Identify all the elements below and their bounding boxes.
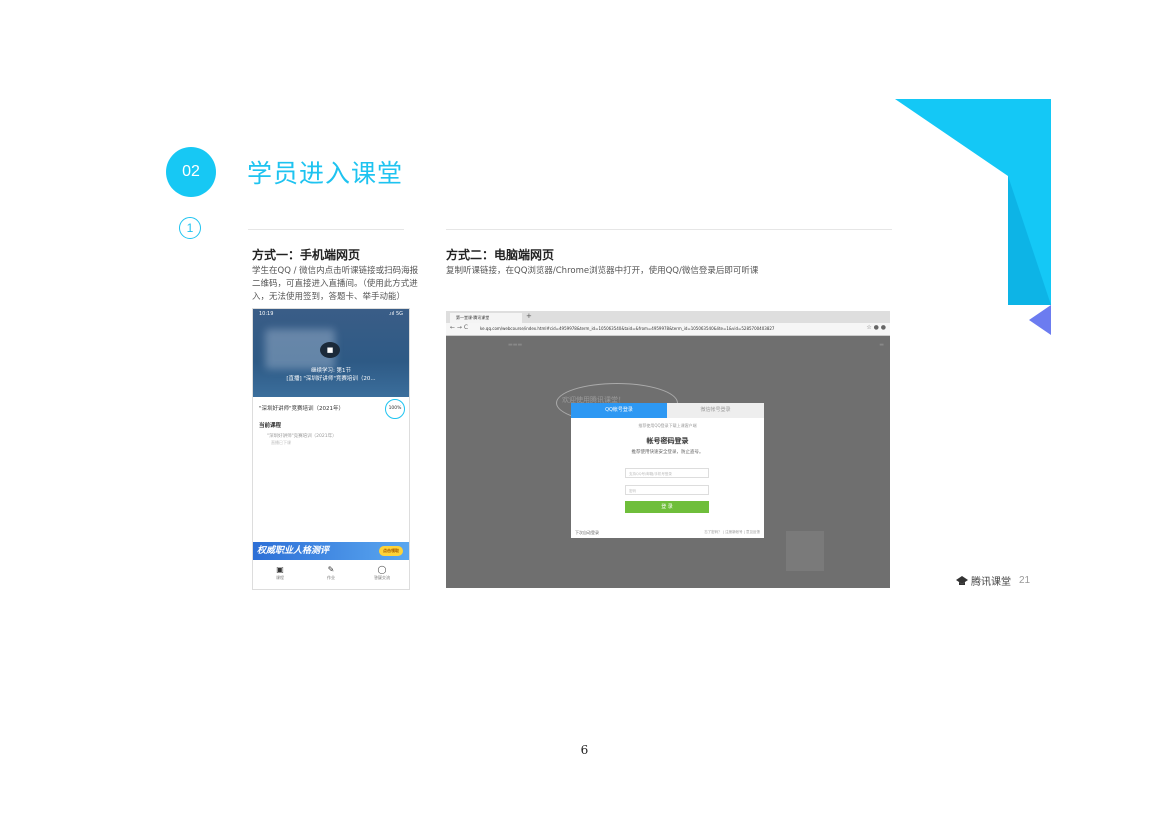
browser-tab[interactable]: 第一堂课·腾讯课堂 — [450, 313, 522, 323]
browser-tab-bar: 第一堂课·腾讯课堂 + — [446, 311, 890, 323]
dim-qr-block — [786, 531, 824, 571]
status-time: 10:19 — [259, 311, 274, 317]
current-course-status: 直播已下课 — [271, 440, 291, 445]
step-number-badge: 1 — [179, 217, 201, 239]
new-tab-icon[interactable]: + — [526, 312, 532, 320]
edit-icon: ✎ — [327, 565, 335, 574]
browser-tools-icon[interactable]: ☆ ● ● — [866, 324, 886, 331]
tab-qa[interactable]: ◯ 答疑交流 — [362, 565, 402, 581]
nav-arrows-icon[interactable]: ← → C — [450, 324, 468, 331]
dim-menu-icon: ▬ — [879, 342, 884, 348]
current-course-item[interactable]: "深圳好讲师"竞赛培训（2021年） — [267, 433, 337, 439]
banner-text: 权威职业人格测评 — [257, 546, 330, 556]
live-course-text: [直播] "深圳好讲师"竞赛培训（20... — [286, 376, 376, 382]
brand-name: 腾讯课堂 — [971, 577, 1011, 588]
tab-homework[interactable]: ✎ 作业 — [311, 565, 351, 581]
banner-button[interactable]: 点击领取 — [379, 546, 403, 556]
chat-icon: ◯ — [377, 565, 387, 574]
tab-qq-login[interactable]: QQ帐号登录 — [571, 403, 667, 418]
assessment-banner[interactable]: 权威职业人格测评 点击领取 — [253, 542, 409, 560]
corner-decoration-purple — [1029, 305, 1051, 335]
slide-page-number: 21 — [1019, 575, 1031, 586]
tab-wechat-login[interactable]: 微信帐号登录 — [667, 403, 764, 418]
dim-logo: ▬▬▬ — [508, 342, 523, 348]
method2-title: 方式二：电脑端网页 — [446, 248, 555, 262]
continue-learning-text: 继续学习: 第1节 — [310, 368, 352, 374]
page-number: 6 — [580, 743, 589, 757]
brand-footer: 腾讯课堂 21 — [956, 573, 1030, 588]
corner-decoration-cyan — [895, 99, 1051, 305]
browser-screenshot: 第一堂课·腾讯课堂 + ← → C ke.qq.com/webcourse/in… — [446, 311, 890, 588]
login-subtext: 推荐使用快速安全登录，防止盗号。 — [631, 450, 704, 455]
url-field[interactable]: ke.qq.com/webcourse/index.html#cid=49599… — [480, 325, 850, 333]
password-input[interactable]: 密码 — [625, 485, 709, 495]
course-icon: ▣ — [276, 565, 284, 574]
login-hint: 推荐使用QQ登录下载上课客户端 — [638, 423, 697, 428]
address-bar: ← → C ke.qq.com/webcourse/index.html#cid… — [446, 323, 890, 336]
course-title: "深圳好讲师"竞赛培训（2021年） — [259, 406, 345, 412]
brand-logo-icon — [956, 575, 968, 585]
phone-screenshot: 10:19 .ııl 5G ■ 继续学习: 第1节 [直播] "深圳好讲师"竞赛… — [252, 308, 410, 590]
section-number-badge: 02 — [166, 147, 216, 197]
method1-description: 学生在QQ / 微信内点击听课链接或扫码海报二维码，可直接进入直播间。（使用此方… — [252, 266, 419, 302]
login-button[interactable]: 登 录 — [625, 501, 709, 513]
divider-right — [446, 229, 892, 230]
method2-description: 复制听课链接，在QQ浏览器/Chrome浏览器中打开，使用QQ/微信登录后即可听… — [446, 266, 759, 276]
login-heading: 帐号密码登录 — [646, 437, 689, 445]
progress-badge: 100% — [385, 399, 405, 419]
status-signal: .ııl 5G — [388, 311, 403, 317]
account-input[interactable]: 支持QQ号/邮箱/手机号登录 — [625, 468, 709, 478]
method1-title: 方式一：手机端网页 — [252, 248, 361, 262]
login-dialog: QQ帐号登录 微信帐号登录 推荐使用QQ登录下载上课客户端 帐号密码登录 推荐使… — [571, 403, 764, 538]
video-player[interactable]: 10:19 .ııl 5G ■ 继续学习: 第1节 [直播] "深圳好讲师"竞赛… — [253, 309, 409, 397]
video-camera-icon[interactable]: ■ — [320, 342, 340, 358]
divider-left — [248, 229, 404, 230]
tab-course[interactable]: ▣ 课程 — [260, 565, 300, 581]
current-course-label: 当前课程 — [259, 423, 282, 429]
auto-login-checkbox[interactable]: 下次自动登录 — [575, 530, 599, 536]
section-title: 学员进入课堂 — [247, 159, 404, 188]
login-footer-links[interactable]: 忘了密码？ | 注册新帐号 | 意见反馈 — [704, 530, 760, 535]
